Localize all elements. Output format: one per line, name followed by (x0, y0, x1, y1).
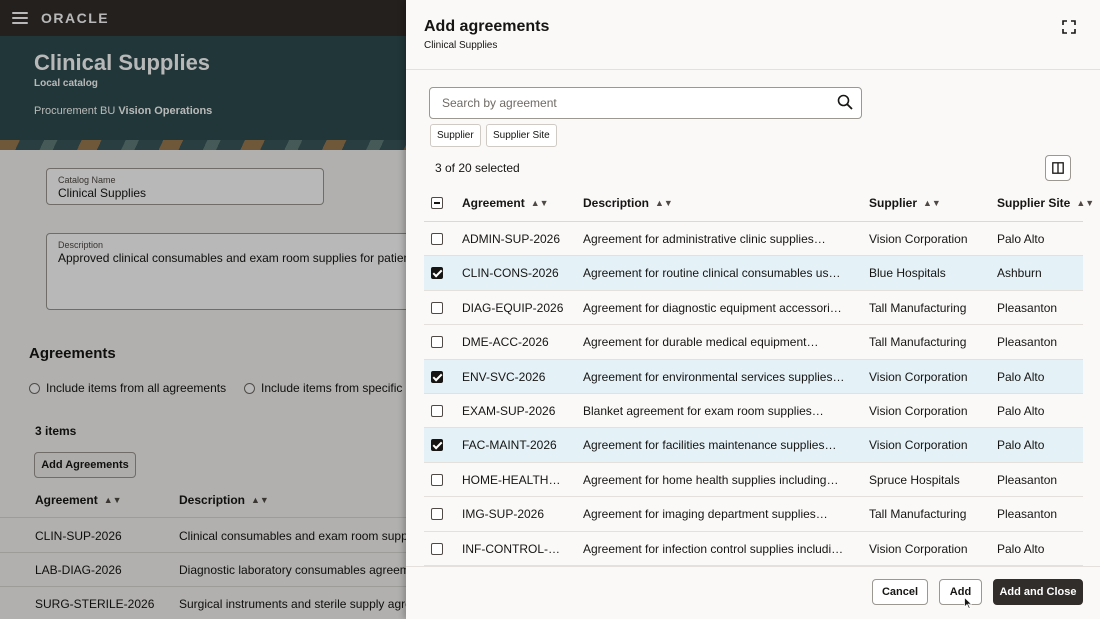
row-checkbox[interactable] (431, 473, 443, 486)
row-checkbox[interactable] (431, 508, 443, 521)
sort-icon[interactable]: ▲▼ (1076, 187, 1094, 219)
agreement-cell: HOME-HEALTH… (462, 472, 561, 487)
supplier-site-cell: Palo Alto (997, 438, 1045, 453)
table-row[interactable]: DME-ACC-2026 Agreement for durable medica… (424, 325, 1083, 360)
description-cell: Agreement for diagnostic equipment acces… (583, 300, 845, 315)
columns-button[interactable] (1045, 155, 1071, 181)
description-cell: Agreement for environmental services sup… (583, 369, 845, 384)
agreement-cell: ENV-SVC-2026 (462, 369, 546, 384)
agreement-cell: ADMIN-SUP-2026 (462, 232, 561, 246)
row-checkbox[interactable] (431, 267, 443, 280)
supplier-cell: Vision Corporation (869, 404, 968, 418)
description-cell: Blanket agreement for exam room supplies… (583, 404, 824, 418)
row-checkbox[interactable] (431, 233, 443, 245)
supplier-cell: Vision Corporation (869, 232, 968, 246)
table-row[interactable]: IMG-SUP-2026 Agreement for imaging depart… (424, 497, 1083, 532)
supplier-site-cell: Pleasanton (997, 300, 1058, 315)
agreements-picker-header: Agreement ▲▼ Description ▲▼ Supplier ▲▼ Sup… (424, 187, 1094, 222)
row-checkbox[interactable] (431, 405, 443, 417)
column-header-label: Agreement (462, 196, 525, 210)
filter-chip-supplier[interactable]: Supplier (430, 124, 481, 147)
table-row[interactable]: INF-CONTROL-… Agreement for infection con… (424, 532, 1083, 566)
supplier-cell: Vision Corporation (869, 369, 968, 384)
column-header-supplier[interactable]: Supplier ▲▼ (869, 187, 941, 221)
modal-scrim[interactable] (0, 0, 406, 619)
supplier-site-cell: Palo Alto (997, 369, 1045, 384)
drawer-title: Add agreements (424, 18, 550, 35)
agreement-cell: EXAM-SUP-2026 (462, 404, 556, 418)
add-agreements-drawer: Add agreements Clinical Supplies Supplie… (406, 0, 1100, 619)
row-checkbox[interactable] (431, 439, 443, 452)
sort-icon[interactable]: ▲▼ (923, 187, 941, 219)
add-button[interactable]: Add (939, 579, 982, 605)
cancel-button[interactable]: Cancel (872, 579, 928, 605)
agreement-cell: FAC-MAINT-2026 (462, 438, 557, 453)
supplier-cell: Tall Manufacturing (869, 507, 967, 522)
row-checkbox[interactable] (431, 370, 443, 383)
drawer-footer: Cancel Add Add and Close (406, 566, 1100, 619)
drawer-subtitle: Clinical Supplies (424, 40, 498, 51)
supplier-site-cell: Palo Alto (997, 232, 1045, 246)
column-header-label: Supplier Site (997, 196, 1071, 210)
supplier-site-cell: Palo Alto (997, 541, 1045, 556)
column-header-agreement[interactable]: Agreement ▲▼ (462, 187, 549, 221)
agreement-cell: DIAG-EQUIP-2026 (462, 300, 564, 315)
table-row[interactable]: DIAG-EQUIP-2026 Agreement for diagnostic … (424, 291, 1083, 326)
description-cell: Agreement for imaging department supplie… (583, 507, 828, 522)
row-checkbox[interactable] (431, 542, 443, 555)
description-cell: Agreement for home health supplies inclu… (583, 472, 839, 487)
column-header-label: Description (583, 196, 650, 210)
column-header-label: Supplier (869, 196, 918, 210)
add-and-close-button[interactable]: Add and Close (993, 579, 1083, 605)
supplier-site-cell: Pleasanton (997, 507, 1058, 522)
supplier-site-cell: Pleasanton (997, 335, 1058, 350)
table-row[interactable]: EXAM-SUP-2026 Blanket agreement for exam … (424, 394, 1083, 429)
mouse-cursor-icon (964, 597, 972, 609)
row-checkbox[interactable] (431, 301, 443, 314)
column-header-description[interactable]: Description ▲▼ (583, 187, 673, 221)
supplier-cell: Tall Manufacturing (869, 335, 967, 350)
table-row[interactable]: HOME-HEALTH… Agreement for home health su… (424, 463, 1083, 498)
filter-chip-supplier-site[interactable]: Supplier Site (486, 124, 557, 147)
drawer-header: Add agreements Clinical Supplies (406, 0, 1100, 70)
row-checkbox[interactable] (431, 336, 443, 349)
column-header-supplier-site[interactable]: Supplier Site ▲▼ (997, 187, 1094, 221)
table-row[interactable]: FAC-MAINT-2026 Agreement for facilities m… (424, 428, 1083, 463)
table-row[interactable]: ENV-SVC-2026 Agreement for environmental … (424, 359, 1083, 394)
table-row[interactable]: CLIN-CONS-2026 Agreement for routine clin… (424, 256, 1083, 291)
expand-icon[interactable] (1062, 20, 1076, 34)
search-icon[interactable] (837, 94, 853, 110)
supplier-cell: Tall Manufacturing (869, 300, 967, 315)
search-input[interactable] (429, 87, 862, 119)
supplier-site-cell: Pleasanton (997, 472, 1058, 487)
supplier-cell: Blue Hospitals (869, 266, 946, 281)
description-cell: Agreement for infection control supplies… (583, 541, 844, 556)
agreement-cell: INF-CONTROL-… (462, 541, 560, 556)
agreement-cell: DME-ACC-2026 (462, 335, 549, 350)
description-cell: Agreement for administrative clinic supp… (583, 232, 826, 246)
select-all-checkbox[interactable] (431, 197, 443, 209)
supplier-site-cell: Ashburn (997, 266, 1042, 281)
selected-count: 3 of 20 selected (435, 161, 520, 175)
sort-icon[interactable]: ▲▼ (531, 187, 549, 219)
supplier-cell: Spruce Hospitals (869, 472, 960, 487)
description-cell: Agreement for durable medical equipment… (583, 335, 819, 350)
description-cell: Agreement for routine clinical consumabl… (583, 266, 845, 281)
supplier-cell: Vision Corporation (869, 438, 968, 453)
agreement-cell: CLIN-CONS-2026 (462, 266, 559, 281)
sort-icon[interactable]: ▲▼ (655, 187, 673, 219)
columns-icon (1052, 162, 1064, 174)
supplier-site-cell: Palo Alto (997, 404, 1045, 418)
supplier-cell: Vision Corporation (869, 541, 968, 556)
agreement-cell: IMG-SUP-2026 (462, 507, 545, 522)
table-row[interactable]: ADMIN-SUP-2026 Agreement for administrati… (424, 222, 1083, 257)
description-cell: Agreement for facilities maintenance sup… (583, 438, 837, 453)
